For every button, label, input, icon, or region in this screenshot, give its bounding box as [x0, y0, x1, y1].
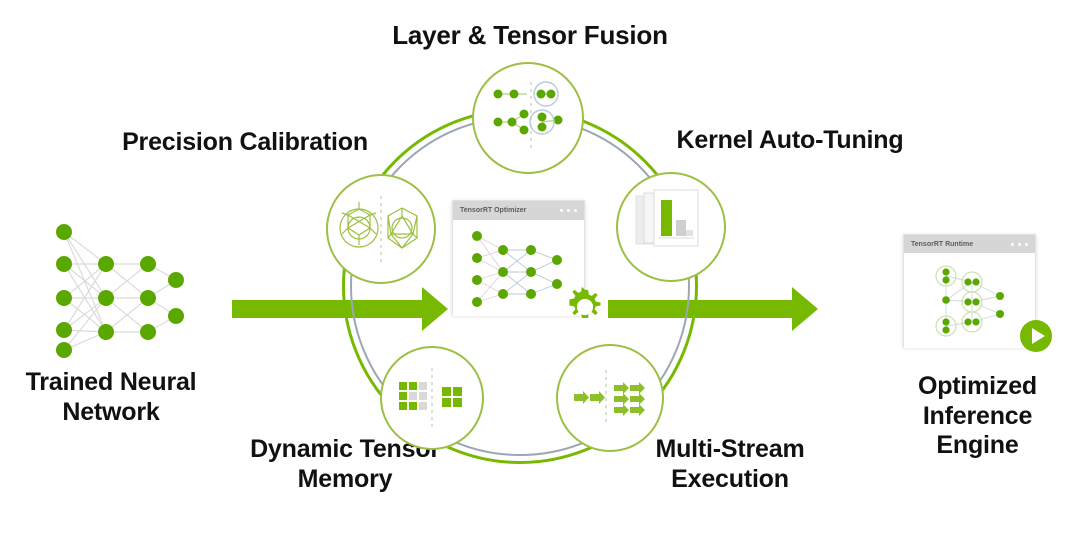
- label-multi-stream-execution-line2: Execution: [671, 464, 789, 493]
- window-title: TensorRT Runtime: [911, 240, 974, 248]
- label-dynamic-tensor-memory-line2: Memory: [297, 464, 393, 493]
- window-control-dot[interactable]: [567, 209, 570, 212]
- window-controls[interactable]: [560, 209, 577, 212]
- window-body: [904, 253, 1035, 348]
- runtime-fused-network-graph: [935, 265, 1004, 337]
- polyhedra-icon: [339, 196, 418, 262]
- label-layer-tensor-fusion: Layer & Tensor Fusion: [392, 20, 668, 50]
- window-title-bar: TensorRT Optimizer: [453, 201, 584, 220]
- label-kernel-auto-tuning: Kernel Auto-Tuning: [676, 126, 904, 154]
- label-optimized-inference-engine-line1: Optimized: [917, 372, 1038, 400]
- window-control-dot[interactable]: [1011, 242, 1014, 246]
- window-control-dot[interactable]: [560, 209, 563, 212]
- diagram-canvas: Layer & Tensor Fusion Precision Calibrat…: [0, 0, 1080, 557]
- tensor-grid-icon: [399, 368, 462, 428]
- node-fusion-icon: [493, 81, 563, 152]
- window-title-bar: TensorRT Runtime: [904, 235, 1035, 253]
- play-icon[interactable]: [1019, 319, 1053, 353]
- optimizer-network-graph: [472, 231, 562, 307]
- label-optimized-inference-engine-line3: Engine: [936, 431, 1019, 459]
- window-body: [453, 220, 584, 316]
- window-title: TensorRT Optimizer: [460, 207, 527, 214]
- label-trained-neural-network: Trained Neural Network: [0, 368, 222, 427]
- tensorrt-runtime-window[interactable]: TensorRT Runtime: [903, 234, 1036, 348]
- window-control-dot[interactable]: [574, 209, 577, 212]
- label-trained-neural-network-line2: Network: [62, 397, 160, 426]
- label-optimized-inference-engine-line2: Inference: [922, 401, 1033, 430]
- trained-neural-network-graph: [56, 224, 184, 358]
- gear-icon: [569, 286, 601, 319]
- arrow-head: [792, 287, 818, 331]
- window-control-dot[interactable]: [1025, 242, 1028, 246]
- label-precision-calibration: Precision Calibration: [122, 128, 368, 156]
- window-control-dot[interactable]: [1018, 242, 1021, 246]
- label-trained-neural-network-line1: Trained Neural: [25, 368, 197, 396]
- multi-arrow-icon: [574, 370, 645, 426]
- bar-chart-cards-icon: [635, 189, 699, 247]
- label-optimized-inference-engine: Optimized Inference Engine: [875, 372, 1080, 461]
- label-multi-stream-execution: Multi-Stream Execution: [605, 435, 855, 494]
- window-controls[interactable]: [1011, 242, 1028, 246]
